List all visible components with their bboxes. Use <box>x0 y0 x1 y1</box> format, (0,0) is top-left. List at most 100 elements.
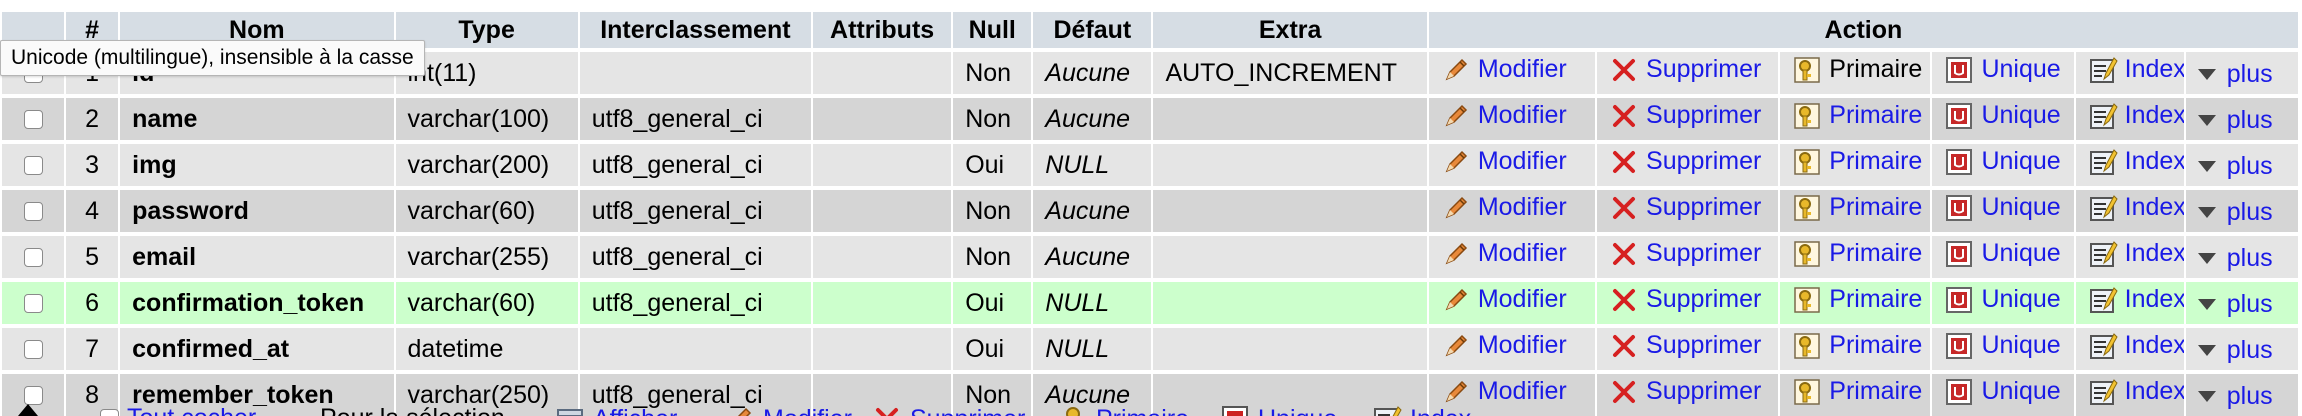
index-button[interactable]: Index <box>2088 331 2184 361</box>
more-dropdown[interactable]: plus <box>2197 290 2273 319</box>
index-label: Index <box>2124 331 2184 359</box>
delete-button[interactable]: Supprimer <box>1609 55 1761 85</box>
modify-button[interactable]: Modifier <box>1441 147 1567 177</box>
modify-button[interactable]: Modifier <box>1441 193 1567 223</box>
bulk-index-button[interactable]: Index <box>1372 404 1471 416</box>
column-collation: utf8_general_ci <box>579 280 812 326</box>
modify-label: Modifier <box>1477 193 1567 221</box>
bulk-primary-button[interactable]: Primaire <box>1058 404 1189 416</box>
for-selection-text: Pour la sélection <box>320 404 505 416</box>
header-default[interactable]: Défaut <box>1033 12 1152 50</box>
unique-button[interactable]: Unique <box>1944 101 2061 131</box>
unique-icon <box>1944 55 1974 85</box>
column-name: img <box>120 142 394 188</box>
primary-key-icon <box>1792 331 1822 361</box>
index-button[interactable]: Index <box>2088 239 2184 269</box>
bulk-browse-button[interactable]: Afficher <box>555 404 677 416</box>
more-dropdown[interactable]: plus <box>2197 336 2273 365</box>
more-dropdown[interactable]: plus <box>2197 106 2273 135</box>
table-row[interactable]: 7 confirmed_at datetime Oui NULL Modifier Supp… <box>2 326 2298 372</box>
primary-button[interactable]: Primaire <box>1792 285 1922 315</box>
unique-button[interactable]: Unique <box>1944 331 2061 361</box>
delete-button[interactable]: Supprimer <box>1609 285 1761 315</box>
action-index-cell: Index <box>2075 142 2184 188</box>
index-label: Index <box>2124 193 2184 221</box>
modify-button[interactable]: Modifier <box>1441 239 1567 269</box>
modify-button[interactable]: Modifier <box>1441 331 1567 361</box>
column-extra <box>1153 96 1427 142</box>
more-label: plus <box>2226 59 2273 88</box>
column-collation: utf8_general_ci <box>579 188 812 234</box>
bulk-delete-button[interactable]: Supprimer <box>872 404 1025 416</box>
pencil-icon <box>1441 147 1471 177</box>
pencil-icon <box>1441 331 1471 361</box>
table-row[interactable]: 2 name varchar(100) utf8_general_ci Non Aucun… <box>2 96 2298 142</box>
unique-label: Unique <box>1981 285 2061 313</box>
delete-x-icon <box>1609 101 1639 131</box>
index-button[interactable]: Index <box>2088 101 2184 131</box>
action-delete-cell: Supprimer <box>1597 96 1779 142</box>
delete-button[interactable]: Supprimer <box>1609 239 1761 269</box>
modify-button[interactable]: Modifier <box>1441 55 1567 85</box>
column-extra <box>1153 142 1427 188</box>
row-checkbox[interactable] <box>23 294 43 314</box>
primary-key-icon <box>1792 55 1822 85</box>
unique-button[interactable]: Unique <box>1944 285 2061 315</box>
pencil-icon <box>1441 55 1471 85</box>
table-row[interactable]: 3 img varchar(200) utf8_general_ci Oui NULL Mo… <box>2 142 2298 188</box>
primary-button[interactable]: Primaire <box>1792 101 1922 131</box>
more-dropdown[interactable]: plus <box>2197 244 2273 273</box>
header-extra[interactable]: Extra <box>1153 12 1427 50</box>
delete-button[interactable]: Supprimer <box>1609 147 1761 177</box>
modify-button[interactable]: Modifier <box>1441 101 1567 131</box>
dropdown-arrow-icon <box>2197 252 2216 264</box>
index-icon <box>2088 147 2118 177</box>
primary-button[interactable]: Primaire <box>1792 331 1922 361</box>
index-button[interactable]: Index <box>2088 285 2184 315</box>
delete-x-icon <box>1609 55 1639 85</box>
header-attributes[interactable]: Attributs <box>813 12 952 50</box>
row-checkbox[interactable] <box>23 202 43 222</box>
column-name: confirmation_token <box>120 280 394 326</box>
action-more-cell: plus <box>2185 326 2298 372</box>
more-dropdown[interactable]: plus <box>2197 198 2273 227</box>
row-checkbox[interactable] <box>23 110 43 130</box>
unique-label: Unique <box>1981 331 2061 359</box>
check-all-arrow-icon <box>18 404 38 416</box>
row-checkbox[interactable] <box>23 340 43 360</box>
bulk-unique-button[interactable]: Unique <box>1220 404 1337 416</box>
header-collation[interactable]: Interclassement <box>579 12 812 50</box>
more-dropdown[interactable]: plus <box>2197 152 2273 181</box>
column-null: Oui <box>953 142 1032 188</box>
index-button[interactable]: Index <box>2088 193 2184 223</box>
table-row[interactable]: 6 confirmation_token varchar(60) utf8_gener… <box>2 280 2298 326</box>
index-button[interactable]: Index <box>2088 147 2184 177</box>
primary-button[interactable]: Primaire <box>1792 147 1922 177</box>
column-extra <box>1153 326 1427 372</box>
row-checkbox[interactable] <box>23 156 43 176</box>
row-checkbox[interactable] <box>23 248 43 268</box>
column-name: password <box>120 188 394 234</box>
unique-button[interactable]: Unique <box>1944 239 2061 269</box>
header-null[interactable]: Null <box>953 12 1032 50</box>
more-dropdown[interactable]: plus <box>2197 59 2273 89</box>
delete-button[interactable]: Supprimer <box>1609 193 1761 223</box>
table-row[interactable]: 4 password varchar(60) utf8_general_ci Non Au… <box>2 188 2298 234</box>
modify-button[interactable]: Modifier <box>1441 285 1567 315</box>
check-all-checkbox[interactable] <box>100 409 119 416</box>
bulk-modify-button[interactable]: Modifier <box>725 404 852 416</box>
index-button[interactable]: Index <box>2088 55 2184 85</box>
column-null: Non <box>953 234 1032 280</box>
action-modify-cell: Modifier <box>1428 96 1596 142</box>
table-row[interactable]: 5 email varchar(255) utf8_general_ci Non Aucu… <box>2 234 2298 280</box>
unique-button[interactable]: Unique <box>1944 193 2061 223</box>
unique-button[interactable]: Unique <box>1944 147 2061 177</box>
action-more-cell: plus <box>2185 234 2298 280</box>
check-all-link[interactable]: Tout cocher <box>100 404 256 416</box>
unique-button[interactable]: Unique <box>1944 55 2061 85</box>
primary-button[interactable]: Primaire <box>1792 239 1922 269</box>
row-num: 5 <box>66 234 119 280</box>
primary-button[interactable]: Primaire <box>1792 193 1922 223</box>
delete-button[interactable]: Supprimer <box>1609 101 1761 131</box>
delete-button[interactable]: Supprimer <box>1609 331 1761 361</box>
